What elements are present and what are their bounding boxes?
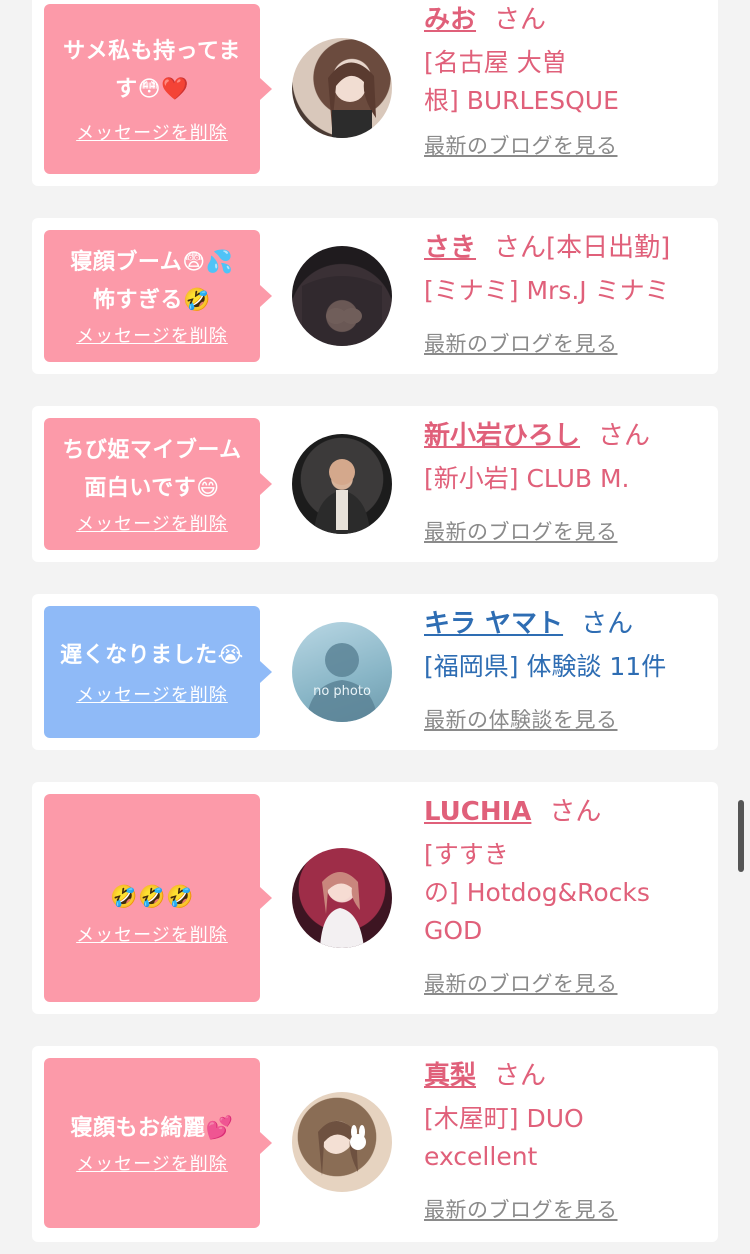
message-text: 寝顔ブーム😨💦 怖すぎる🤣 <box>70 250 234 313</box>
message-text: 寝顔もお綺麗💕 <box>70 1116 234 1141</box>
message-bubble: 遅くなりました😭 メッセージを削除 <box>44 606 272 738</box>
message-text: 遅くなりました😭 <box>60 643 244 668</box>
message-bubble: ちび姫マイブーム 面白いです😄 メッセージを削除 <box>44 418 272 550</box>
shop-label: [名古屋 大曽 根] BURLESQUE <box>424 48 619 115</box>
man-photo-icon <box>314 459 370 534</box>
honorific: さん <box>494 5 547 35</box>
delete-message-link[interactable]: メッセージを削除 <box>76 119 228 145</box>
message-card: サメ私も持ってま す😳❤️ メッセージを削除 みお さん [名古屋 大曽 根] B… <box>32 0 718 186</box>
delete-message-link[interactable]: メッセージを削除 <box>76 681 228 707</box>
honorific: さん <box>598 421 651 451</box>
honorific: さん[本日出勤] <box>494 233 671 263</box>
avatar[interactable] <box>292 38 392 138</box>
profile-info: 真梨 さん [木屋町] DUO excellent 最新のブログを見る <box>424 1056 714 1222</box>
delete-message-link[interactable]: メッセージを削除 <box>76 1150 228 1176</box>
profile-name-link[interactable]: さき <box>424 233 476 263</box>
honorific: さん <box>581 609 634 639</box>
shop-label: [福岡県] 体験談 11件 <box>424 652 667 681</box>
scrollbar[interactable] <box>738 800 744 872</box>
message-text: サメ私も持ってま す😳❤️ <box>63 39 241 102</box>
no-photo-text: no photo <box>313 684 371 699</box>
latest-blog-link[interactable]: 最新のブログを見る <box>424 1194 618 1224</box>
message-bubble: 寝顔もお綺麗💕 メッセージを削除 <box>44 1058 272 1228</box>
shop-label: [すすき の] Hotdog&Rocks GOD <box>424 840 650 945</box>
message-bubble: 🤣🤣🤣 メッセージを削除 <box>44 794 272 1002</box>
message-bubble: サメ私も持ってま す😳❤️ メッセージを削除 <box>44 4 272 174</box>
message-card: 遅くなりました😭 メッセージを削除 no photo キラ ヤマト さん [福岡県… <box>32 594 718 750</box>
latest-blog-link[interactable]: 最新のブログを見る <box>424 968 618 998</box>
avatar[interactable] <box>292 848 392 948</box>
profile-name-link[interactable]: みお <box>424 5 476 35</box>
no-photo-placeholder-icon <box>306 643 378 722</box>
delete-message-link[interactable]: メッセージを削除 <box>76 510 228 536</box>
latest-review-link[interactable]: 最新の体験談を見る <box>424 704 618 734</box>
profile-name-link[interactable]: 真梨 <box>424 1061 476 1091</box>
avatar[interactable] <box>292 434 392 534</box>
message-text: 🤣🤣🤣 <box>110 885 194 910</box>
message-card: ちび姫マイブーム 面白いです😄 メッセージを削除 新小岩ひろし さん [新小岩] … <box>32 406 718 562</box>
message-card: 🤣🤣🤣 メッセージを削除 LUCHIA さん [すすき の] Hotdog&Roc… <box>32 782 718 1014</box>
avatar[interactable] <box>292 1092 392 1192</box>
avatar[interactable]: no photo <box>292 622 392 722</box>
message-bubble: 寝顔ブーム😨💦 怖すぎる🤣 メッセージを削除 <box>44 230 272 362</box>
latest-blog-link[interactable]: 最新のブログを見る <box>424 328 618 358</box>
avatar[interactable] <box>292 246 392 346</box>
latest-blog-link[interactable]: 最新のブログを見る <box>424 516 618 546</box>
profile-info: LUCHIA さん [すすき の] Hotdog&Rocks GOD 最新のブログ… <box>424 792 714 996</box>
profile-info: 新小岩ひろし さん [新小岩] CLUB M. 最新のブログを見る <box>424 416 714 544</box>
latest-blog-link[interactable]: 最新のブログを見る <box>424 130 618 160</box>
delete-message-link[interactable]: メッセージを削除 <box>76 921 228 947</box>
message-card: 寝顔もお綺麗💕 メッセージを削除 真梨 さん [木屋町] DUO excellen… <box>32 1046 718 1242</box>
woman-photo-icon <box>328 62 376 138</box>
shop-label: [木屋町] DUO excellent <box>424 1104 584 1171</box>
message-card: 寝顔ブーム😨💦 怖すぎる🤣 メッセージを削除 さき さん[本日出勤] [ミナミ] … <box>32 218 718 374</box>
profile-name-link[interactable]: LUCHIA <box>424 797 531 827</box>
delete-message-link[interactable]: メッセージを削除 <box>76 322 228 348</box>
woman-photo-icon <box>318 1121 366 1176</box>
woman-photo-icon <box>302 276 382 346</box>
profile-info: さき さん[本日出勤] [ミナミ] Mrs.J ミナミ 最新のブログを見る <box>424 228 714 356</box>
profile-info: みお さん [名古屋 大曽 根] BURLESQUE 最新のブログを見る <box>424 0 714 158</box>
message-text: ちび姫マイブーム 面白いです😄 <box>62 438 242 501</box>
profile-name-link[interactable]: 新小岩ひろし <box>424 421 580 451</box>
woman-photo-icon <box>320 872 364 948</box>
shop-label: [新小岩] CLUB M. <box>424 464 630 493</box>
honorific: さん <box>494 1061 547 1091</box>
honorific: さん <box>549 797 602 827</box>
profile-info: キラ ヤマト さん [福岡県] 体験談 11件 最新の体験談を見る <box>424 604 714 732</box>
profile-name-link[interactable]: キラ ヤマト <box>424 609 563 639</box>
message-list: サメ私も持ってま す😳❤️ メッセージを削除 みお さん [名古屋 大曽 根] B… <box>0 0 750 1254</box>
shop-label: [ミナミ] Mrs.J ミナミ <box>424 276 670 305</box>
